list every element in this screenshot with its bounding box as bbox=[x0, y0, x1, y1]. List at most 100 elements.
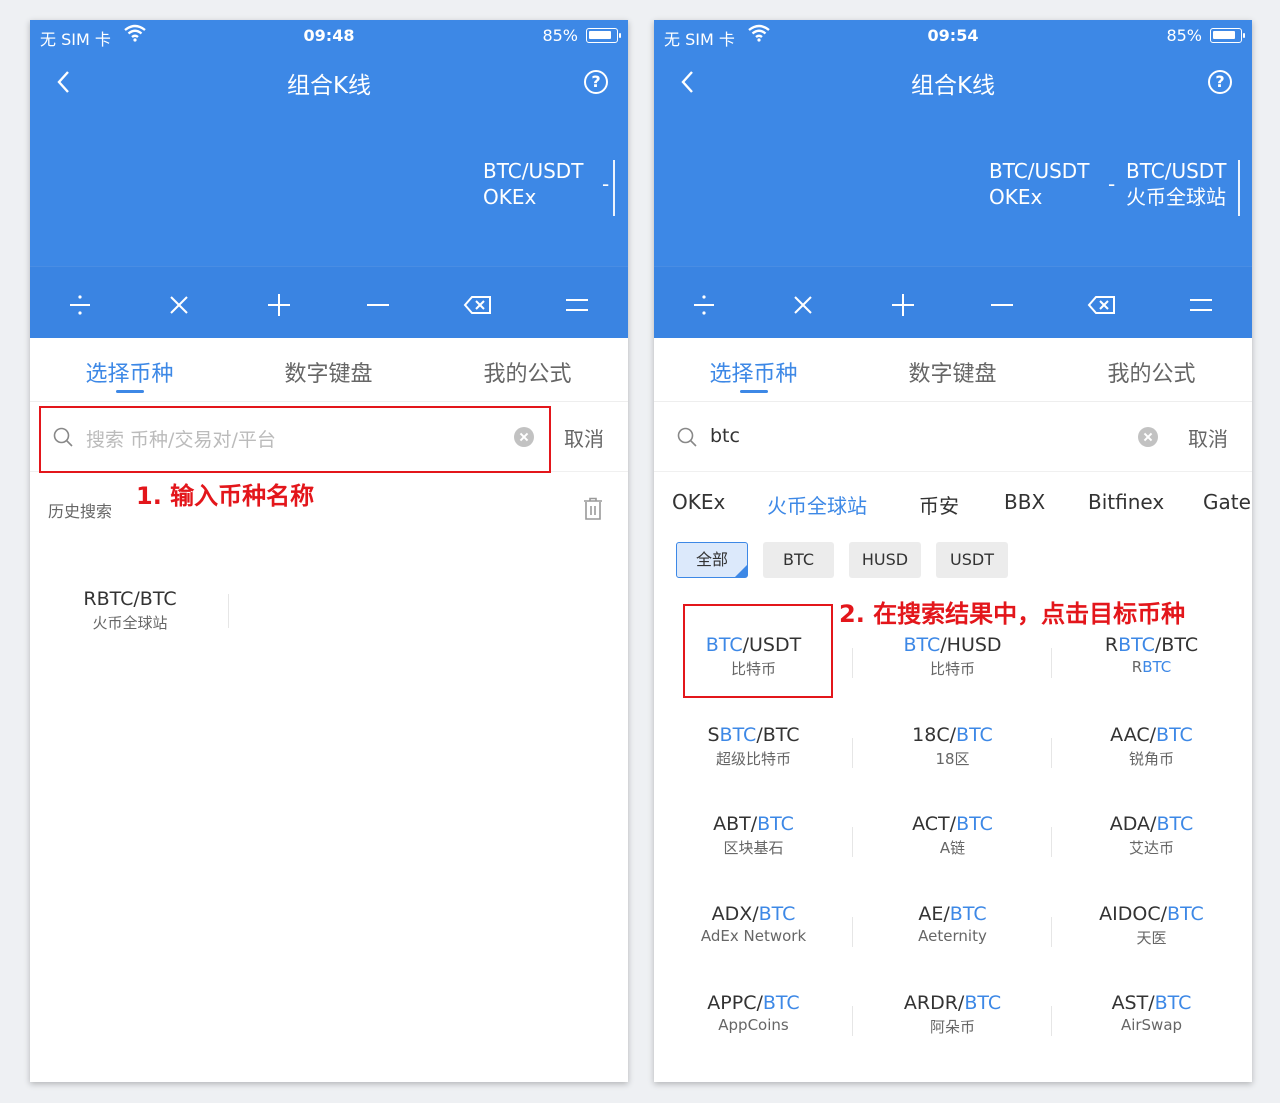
result-pair: AAC/BTC bbox=[1052, 724, 1251, 746]
exchange-tabs: OKEx 火币全球站 币安 BBX Bitfinex Gate bbox=[654, 486, 1252, 526]
annotation-step-2: 2. 在搜索结果中，点击目标币种 bbox=[839, 600, 1186, 628]
tab-my-formulas[interactable]: 我的公式 bbox=[1052, 356, 1251, 388]
result-pair-prefix: 18C/ bbox=[912, 724, 957, 746]
equals-icon[interactable] bbox=[557, 285, 597, 325]
result-pair-match: BTC bbox=[719, 724, 757, 746]
tab-select-coin[interactable]: 选择币种 bbox=[654, 356, 853, 388]
phone-screen-left: 无 SIM 卡 09:48 85% 组合K线 ? BTC/USDT OKEx - bbox=[30, 20, 628, 1082]
clear-icon[interactable] bbox=[1138, 427, 1158, 447]
exchange-tab[interactable]: BBX bbox=[1004, 490, 1045, 514]
search-result-item[interactable]: ARDR/BTC 阿朵币 bbox=[853, 992, 1052, 1037]
trash-icon[interactable] bbox=[582, 496, 604, 522]
cancel-button[interactable]: 取消 bbox=[1188, 423, 1228, 452]
result-coin-name: 超级比特币 bbox=[654, 748, 853, 769]
divide-icon[interactable] bbox=[684, 285, 724, 325]
history-label: 历史搜索 bbox=[48, 502, 113, 521]
result-pair: ADA/BTC bbox=[1052, 813, 1251, 835]
result-pair-prefix: R bbox=[1104, 634, 1119, 656]
result-pair-prefix: AE/ bbox=[918, 903, 950, 925]
tab-numeric-keypad[interactable]: 数字键盘 bbox=[229, 356, 428, 388]
exchange-tab[interactable]: Bitfinex bbox=[1088, 490, 1164, 514]
search-input[interactable]: btc bbox=[710, 425, 740, 447]
quote-filter-chip[interactable]: BTC bbox=[763, 542, 834, 578]
minus-icon[interactable] bbox=[982, 285, 1022, 325]
search-result-item[interactable]: ABT/BTC 区块基石 bbox=[654, 813, 853, 858]
search-result-item[interactable]: AST/BTC AirSwap bbox=[1052, 992, 1251, 1034]
result-name-suffix: 天医 bbox=[1136, 929, 1167, 947]
search-result-item[interactable]: AIDOC/BTC 天医 bbox=[1052, 903, 1251, 948]
quote-filter-chip[interactable]: HUSD bbox=[849, 542, 921, 578]
search-result-item[interactable]: BTC/HUSD 比特币 bbox=[853, 634, 1052, 679]
backspace-icon[interactable] bbox=[458, 285, 498, 325]
search-result-item[interactable]: RBTC/BTC RBTC bbox=[1052, 634, 1251, 676]
result-pair-prefix: APPC/ bbox=[707, 992, 763, 1014]
result-name-suffix: 艾达币 bbox=[1128, 839, 1174, 857]
equals-icon[interactable] bbox=[1181, 285, 1221, 325]
exchange-tab[interactable]: Gate bbox=[1203, 490, 1251, 514]
plus-icon[interactable] bbox=[883, 285, 923, 325]
formula-term-exchange: OKEx bbox=[989, 185, 1043, 209]
backspace-icon[interactable] bbox=[1082, 285, 1122, 325]
result-pair: AE/BTC bbox=[853, 903, 1052, 925]
search-result-item[interactable]: AE/BTC Aeternity bbox=[853, 903, 1052, 945]
result-pair-match: BTC bbox=[1118, 634, 1155, 656]
result-pair-prefix: ADA/ bbox=[1109, 813, 1157, 835]
operator-bar bbox=[654, 266, 1252, 338]
result-coin-name: 天医 bbox=[1052, 927, 1251, 948]
result-pair-match: BTC bbox=[956, 724, 993, 746]
quote-filter-chip[interactable]: USDT bbox=[936, 542, 1008, 578]
search-icon bbox=[677, 427, 697, 447]
result-coin-name: A链 bbox=[853, 837, 1052, 858]
formula-term[interactable]: BTC/USDT OKEx bbox=[989, 158, 1089, 218]
tab-active-indicator bbox=[116, 390, 144, 393]
result-pair-match: BTC bbox=[1167, 903, 1204, 925]
result-pair: AIDOC/BTC bbox=[1052, 903, 1251, 925]
result-pair-prefix: ARDR/ bbox=[903, 992, 965, 1014]
tab-my-formulas[interactable]: 我的公式 bbox=[428, 356, 627, 388]
multiply-icon[interactable] bbox=[783, 285, 823, 325]
minus-icon[interactable] bbox=[358, 285, 398, 325]
quote-filter-chip[interactable]: 全部 bbox=[676, 542, 748, 578]
search-result-item[interactable]: SBTC/BTC 超级比特币 bbox=[654, 724, 853, 769]
clock: 09:48 bbox=[303, 26, 355, 45]
result-pair-match: BTC bbox=[757, 813, 794, 835]
history-item[interactable]: RBTC/BTC 火币全球站 bbox=[48, 588, 212, 633]
result-coin-name: AdEx Network bbox=[654, 927, 853, 945]
tab-select-coin[interactable]: 选择币种 bbox=[30, 356, 229, 388]
formula-term[interactable]: BTC/USDT 火币全球站 bbox=[1126, 158, 1226, 218]
formula-header: 无 SIM 卡 09:48 85% 组合K线 ? BTC/USDT OKEx - bbox=[30, 20, 628, 338]
result-pair: ABT/BTC bbox=[654, 813, 853, 835]
search-result-item[interactable]: 18C/BTC 18区 bbox=[853, 724, 1052, 769]
battery-percent: 85% bbox=[1166, 26, 1202, 45]
search-result-item[interactable]: APPC/BTC AppCoins bbox=[654, 992, 853, 1034]
result-pair-prefix: AST/ bbox=[1111, 992, 1155, 1014]
search-result-item[interactable]: ACT/BTC A链 bbox=[853, 813, 1052, 858]
plus-icon[interactable] bbox=[259, 285, 299, 325]
tab-numeric-keypad[interactable]: 数字键盘 bbox=[853, 356, 1052, 388]
formula-term-exchange: OKEx bbox=[483, 185, 537, 209]
result-pair: SBTC/BTC bbox=[654, 724, 853, 746]
result-pair-match: BTC bbox=[903, 634, 941, 656]
multiply-icon[interactable] bbox=[159, 285, 199, 325]
result-pair-prefix: ADX/ bbox=[711, 903, 759, 925]
help-icon[interactable]: ? bbox=[1208, 70, 1232, 94]
result-pair-match: BTC bbox=[758, 903, 796, 925]
exchange-tab[interactable]: 币安 bbox=[919, 490, 959, 519]
search-result-item[interactable]: AAC/BTC 锐角币 bbox=[1052, 724, 1251, 769]
search-result-item[interactable]: ADX/BTC AdEx Network bbox=[654, 903, 853, 945]
result-pair-match: BTC bbox=[964, 992, 1002, 1014]
result-pair: AST/BTC bbox=[1052, 992, 1251, 1014]
search-result-item[interactable]: ADA/BTC 艾达币 bbox=[1052, 813, 1251, 858]
divide-icon[interactable] bbox=[60, 285, 100, 325]
result-pair-suffix: /HUSD bbox=[940, 634, 1002, 656]
result-name-suffix: 锐角币 bbox=[1128, 750, 1174, 768]
exchange-tab[interactable]: 火币全球站 bbox=[767, 490, 867, 519]
result-name-suffix: 比特币 bbox=[929, 660, 975, 678]
status-bar: 无 SIM 卡 09:48 85% bbox=[30, 20, 628, 50]
cancel-button[interactable]: 取消 bbox=[564, 423, 604, 452]
help-icon[interactable]: ? bbox=[584, 70, 608, 94]
formula-term[interactable]: BTC/USDT OKEx bbox=[483, 158, 583, 218]
exchange-tab[interactable]: OKEx bbox=[672, 490, 725, 514]
tab-active-indicator bbox=[740, 390, 768, 393]
formula-term-pair: BTC/USDT bbox=[483, 159, 584, 183]
